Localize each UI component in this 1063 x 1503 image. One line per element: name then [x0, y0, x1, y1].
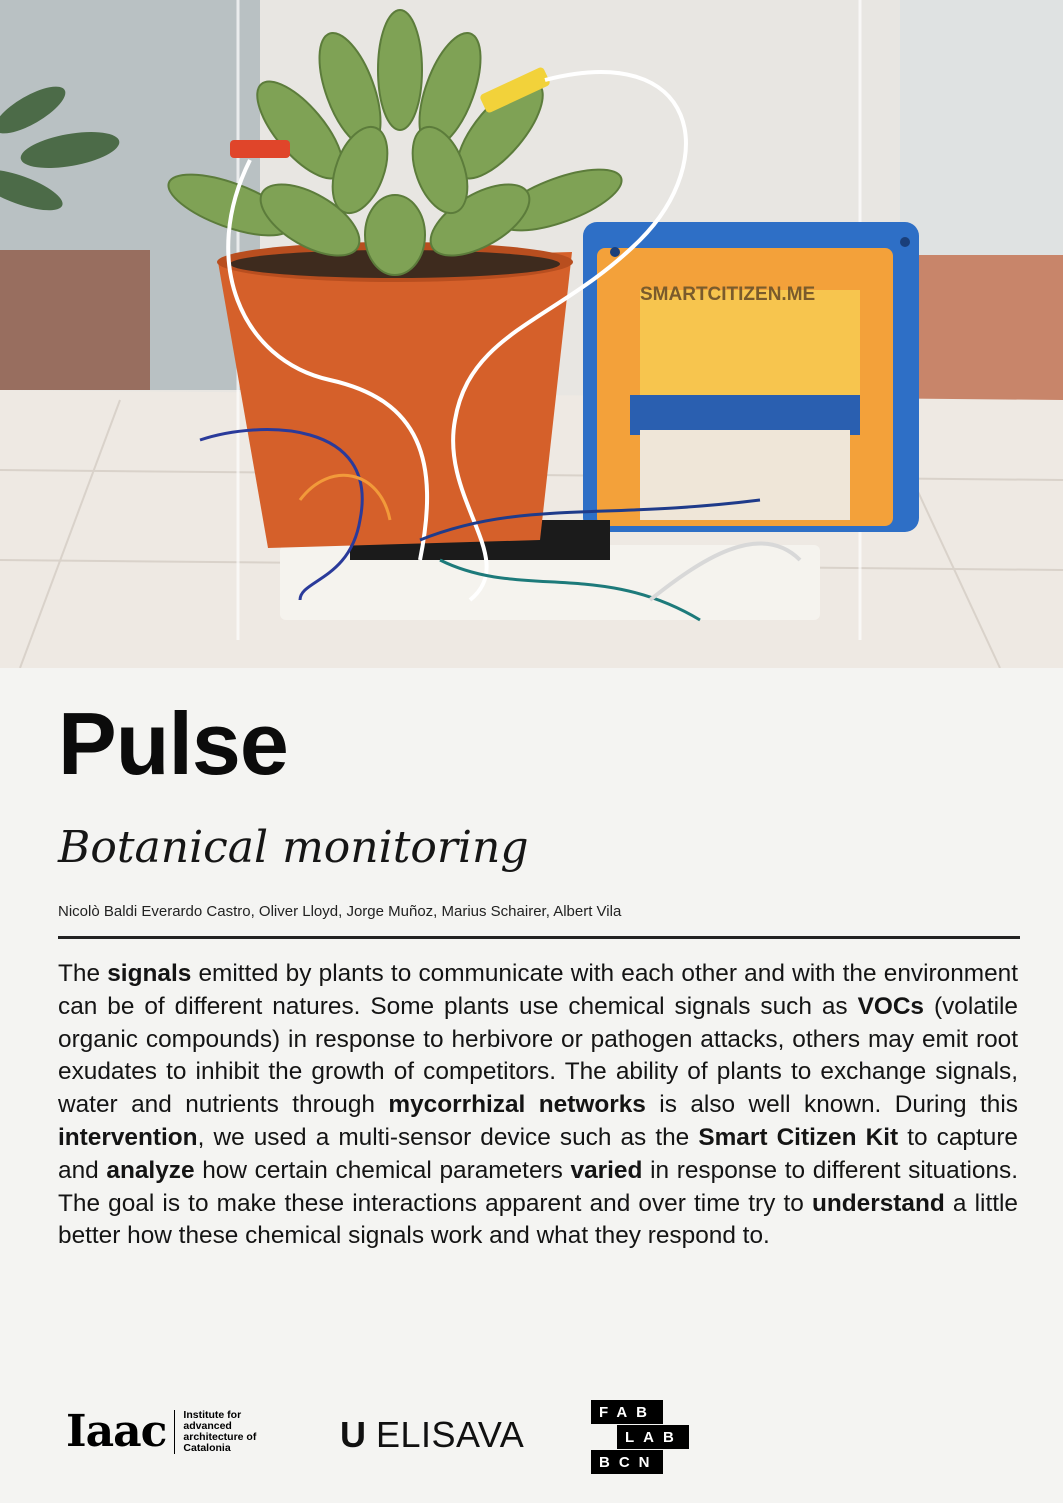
iaac-logo: Iaac Institute for advanced architecture…: [66, 1410, 263, 1454]
iaac-wordmark: Iaac: [66, 1406, 167, 1457]
plant-sensor-illustration: SMARTCITIZEN.ME: [0, 0, 1063, 668]
highlight-smart-citizen-kit: Smart Citizen Kit: [698, 1123, 899, 1151]
page-subtitle: Botanical monitoring: [58, 822, 529, 873]
highlight-intervention: intervention: [58, 1123, 198, 1151]
elisava-wordmark: ELISAVA: [376, 1414, 525, 1455]
hero-photo: SMARTCITIZEN.ME: [0, 0, 1063, 668]
highlight-understand: understand: [811, 1189, 945, 1217]
elisava-u-mark: U: [340, 1414, 366, 1455]
authors-line: Nicolò Baldi Everardo Castro, Oliver Llo…: [58, 903, 622, 920]
fablab-row-bcn: BCN: [591, 1450, 663, 1474]
fablab-row-lab: LAB: [617, 1425, 689, 1449]
iaac-caption: Institute for advanced architecture of C…: [183, 1409, 257, 1454]
page-title: Pulse: [58, 694, 289, 793]
highlight-varied: varied: [570, 1156, 643, 1184]
device-label: SMARTCITIZEN.ME: [640, 284, 815, 305]
iaac-divider: [174, 1410, 176, 1454]
highlight-analyze: analyze: [106, 1156, 195, 1184]
description-paragraph: The signals emitted by plants to communi…: [58, 960, 1019, 1250]
elisava-logo: U ELISAVA: [340, 1414, 524, 1456]
fablab-bcn-logo: FAB LAB BCN: [591, 1400, 689, 1474]
highlight-vocs: VOCs: [857, 992, 924, 1020]
fablab-row-fab: FAB: [591, 1400, 663, 1424]
divider-rule: [58, 936, 1020, 939]
highlight-signals: signals: [107, 960, 192, 987]
highlight-mycorrhizal: mycorrhizal networks: [388, 1091, 646, 1119]
